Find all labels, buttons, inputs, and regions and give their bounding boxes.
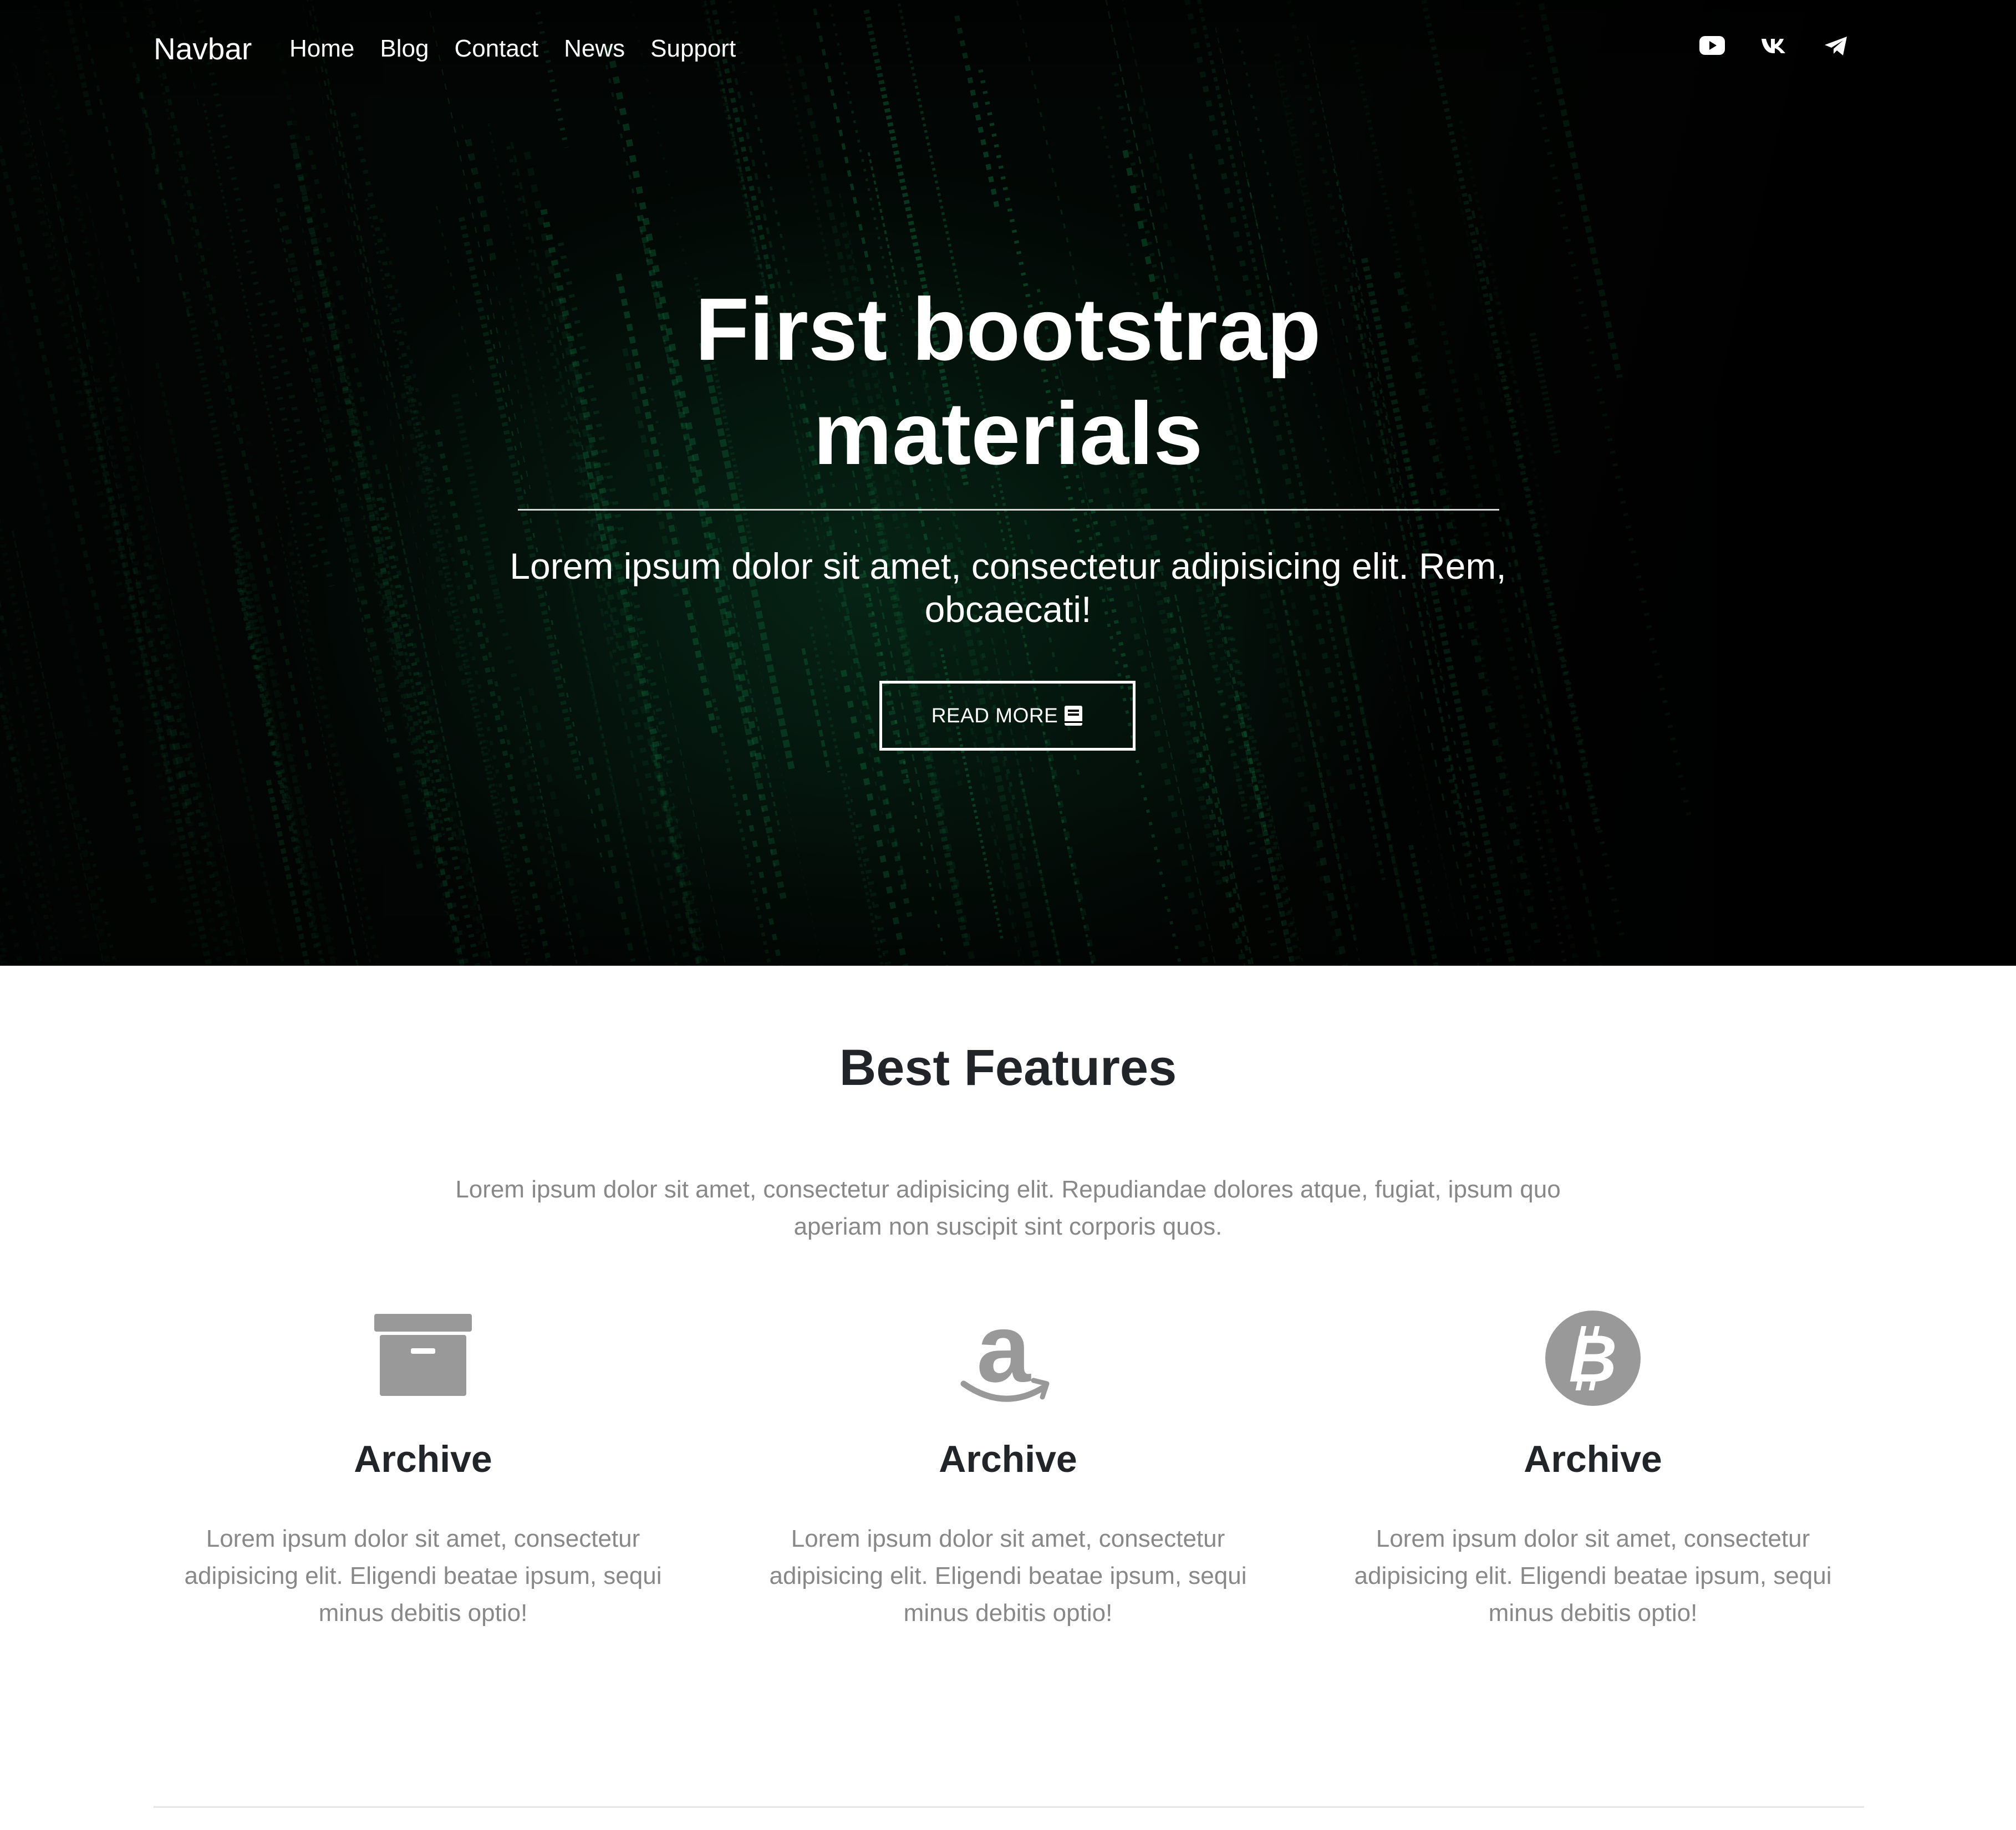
amazon-icon: a — [958, 1308, 1058, 1408]
social-links — [1698, 31, 1851, 60]
nav-link-news[interactable]: News — [564, 31, 625, 67]
svg-text:a: a — [976, 1308, 1031, 1403]
hero-lead: Lorem ipsum dolor sit amet, consectetur … — [510, 546, 1506, 630]
navbar-brand[interactable]: Navbar — [154, 30, 252, 68]
nav-link-support[interactable]: Support — [650, 31, 736, 67]
read-more-button[interactable]: READ MORE — [879, 681, 1136, 751]
feature-card: a Archive Lorem ipsum dolor sit amet, co… — [753, 1308, 1263, 1627]
features-description: Lorem ipsum dolor sit amet, consectetur … — [455, 1176, 1561, 1240]
feature-title: Archive — [354, 1438, 492, 1480]
archive-box-icon — [373, 1308, 473, 1408]
navbar: Navbar Home Blog Contact News Support — [0, 0, 2016, 98]
feature-title: Archive — [1524, 1438, 1662, 1480]
nav-link-blog[interactable]: Blog — [380, 31, 429, 67]
nav-link-contact[interactable]: Contact — [454, 31, 538, 67]
feature-text: Lorem ipsum dolor sit amet, consectetur … — [1354, 1525, 1832, 1627]
feature-title: Archive — [939, 1438, 1077, 1480]
nav-link-home[interactable]: Home — [289, 31, 354, 67]
youtube-icon[interactable] — [1698, 31, 1727, 60]
nav-links: Home Blog Contact News Support — [289, 31, 761, 67]
hero-title: First bootstrap materials — [695, 279, 1321, 483]
hero-divider — [518, 509, 1499, 511]
feature-text: Lorem ipsum dolor sit amet, consectetur … — [184, 1525, 662, 1627]
vk-icon[interactable] — [1760, 31, 1789, 60]
feature-text: Lorem ipsum dolor sit amet, consectetur … — [769, 1525, 1247, 1627]
book-icon — [1063, 705, 1083, 727]
feature-card: Archive Lorem ipsum dolor sit amet, cons… — [168, 1308, 678, 1627]
bitcoin-icon: B — [1543, 1308, 1643, 1408]
hero-section: Navbar Home Blog Contact News Support Fi… — [0, 0, 2016, 966]
read-more-label: READ MORE — [931, 704, 1058, 727]
section-divider — [154, 1806, 1864, 1808]
features-title: Best Features — [839, 1039, 1177, 1096]
feature-card: B Archive Lorem ipsum dolor sit amet, co… — [1338, 1308, 1848, 1627]
telegram-icon[interactable] — [1822, 31, 1851, 60]
